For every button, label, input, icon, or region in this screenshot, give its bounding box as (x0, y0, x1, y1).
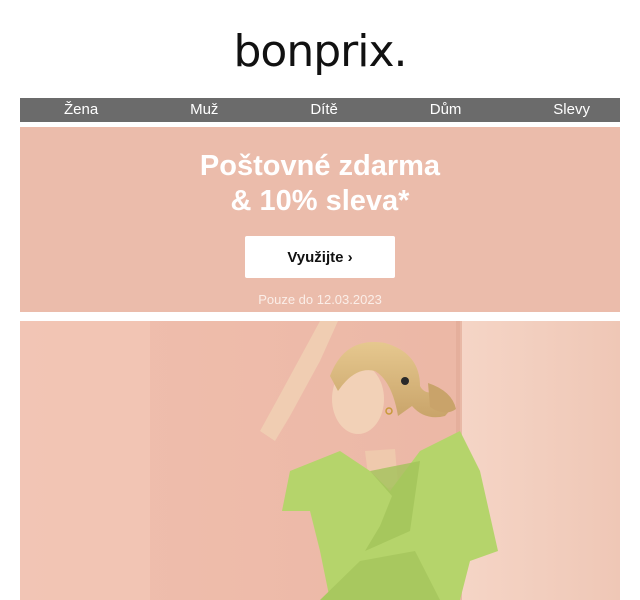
nav-item-dum[interactable]: Dům (430, 98, 462, 122)
nav-item-zena[interactable]: Žena (64, 98, 98, 122)
hero-image[interactable] (20, 321, 620, 600)
nav-item-dite[interactable]: Dítě (310, 98, 338, 122)
promo-headline-line2: & 10% sleva* (230, 185, 410, 217)
promo-cta-button[interactable]: Využijte › (245, 236, 395, 278)
promo-headline: Poštovné zdarma & 10% sleva* (20, 149, 620, 219)
brand-logo[interactable]: bonprix. (0, 22, 640, 82)
promo-headline-line1: Poštovné zdarma (199, 150, 441, 182)
promo-banner: Poštovné zdarma & 10% sleva* Využijte › … (20, 127, 620, 312)
nav-item-muz[interactable]: Muž (190, 98, 218, 122)
promo-validity-text: Pouze do 12.03.2023 (258, 292, 382, 307)
nav-item-slevy[interactable]: Slevy (553, 98, 590, 122)
main-nav: Žena Muž Dítě Dům Slevy (20, 98, 620, 122)
hero-photo-illustration (20, 321, 620, 600)
